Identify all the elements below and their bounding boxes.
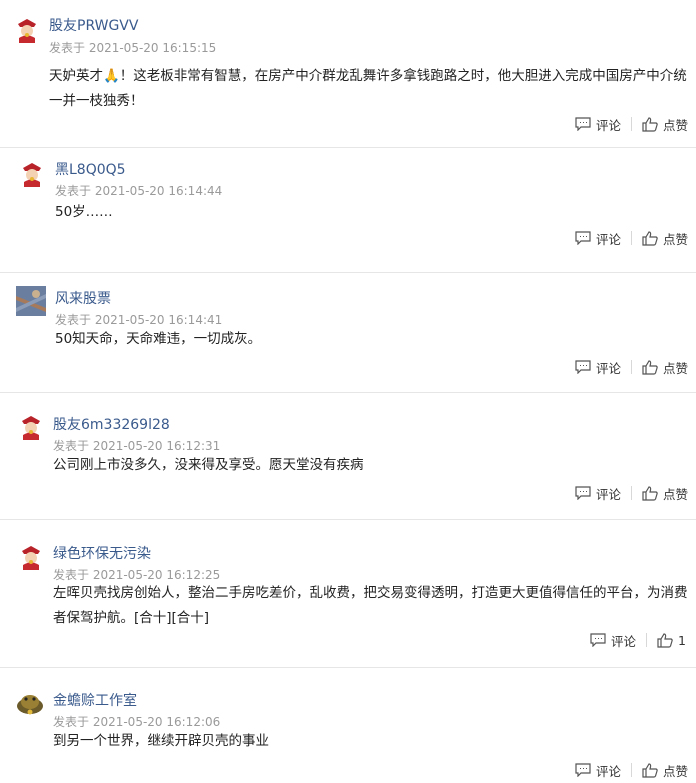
like-button[interactable]: 点赞 <box>642 115 688 134</box>
divider <box>630 360 632 374</box>
comment-actions: 评论 点赞 <box>575 483 688 503</box>
comment-icon <box>575 117 591 131</box>
comment-button[interactable]: 评论 <box>575 358 621 377</box>
comment-label: 评论 <box>595 360 621 376</box>
comment-text: 50岁…… <box>55 204 113 220</box>
user-avatar[interactable] <box>18 160 46 188</box>
comment-button[interactable]: 评论 <box>575 229 621 248</box>
username[interactable]: 绿色环保无污染 <box>53 543 151 563</box>
like-count: 1 <box>678 632 686 648</box>
comment-icon <box>575 486 591 500</box>
like-button[interactable]: 点赞 <box>642 229 688 248</box>
user-avatar[interactable] <box>17 413 45 441</box>
comment-icon <box>590 633 606 647</box>
comment-text: 天妒英才🙏！这老板非常有智慧，在房产中介群龙乱舞许多拿钱跑路之时，他大胆进入完成… <box>49 68 687 109</box>
like-label: 点赞 <box>662 486 688 502</box>
comment-item: 股友6m33269l28 发表于 2021-05-20 16:12:31 公司刚… <box>0 393 696 520</box>
comment-item: 股友PRWGVV 发表于 2021-05-20 16:15:15 天妒英才🙏！这… <box>0 0 696 148</box>
comment-actions: 评论 点赞 <box>575 357 688 377</box>
comment-item: 金蟾赊工作室 发表于 2021-05-20 16:12:06 到另一个世界，继续… <box>0 668 696 783</box>
post-time: 发表于 2021-05-20 16:14:41 <box>55 313 223 327</box>
comment-item: 绿色环保无污染 发表于 2021-05-20 16:12:25 左晖贝壳找房创始… <box>0 520 696 668</box>
user-avatar[interactable] <box>13 16 41 44</box>
like-button[interactable]: 1 <box>657 633 686 648</box>
like-label: 点赞 <box>662 763 688 779</box>
comment-label: 评论 <box>595 486 621 502</box>
divider <box>630 763 632 777</box>
divider <box>646 633 648 647</box>
username[interactable]: 股友PRWGVV <box>49 15 138 35</box>
comment-icon <box>575 360 591 374</box>
like-button[interactable]: 点赞 <box>642 761 688 780</box>
comment-text: 50知天命，天命难违，一切成灰。 <box>55 331 262 347</box>
username[interactable]: 风来股票 <box>55 288 111 308</box>
username[interactable]: 金蟾赊工作室 <box>53 690 137 710</box>
post-time: 发表于 2021-05-20 16:15:15 <box>49 41 217 55</box>
comment-item: 风来股票 发表于 2021-05-20 16:14:41 50知天命，天命难违，… <box>0 273 696 393</box>
post-time: 发表于 2021-05-20 16:12:06 <box>53 715 221 729</box>
username[interactable]: 股友6m33269l28 <box>53 414 170 434</box>
like-label: 点赞 <box>662 231 688 247</box>
like-label: 点赞 <box>662 360 688 376</box>
post-time: 发表于 2021-05-20 16:12:31 <box>53 439 221 453</box>
comment-button[interactable]: 评论 <box>575 484 621 503</box>
divider <box>630 486 632 500</box>
comment-button[interactable]: 评论 <box>590 631 636 650</box>
post-time: 发表于 2021-05-20 16:14:44 <box>55 184 223 198</box>
like-button[interactable]: 点赞 <box>642 484 688 503</box>
comment-button[interactable]: 评论 <box>575 761 621 780</box>
thumbs-up-icon <box>642 762 658 778</box>
thumbs-up-icon <box>642 230 658 246</box>
comment-actions: 评论 1 <box>590 630 686 650</box>
divider <box>630 117 632 131</box>
comment-label: 评论 <box>611 633 637 649</box>
comment-text: 公司刚上市没多久，没来得及享受。愿天堂没有疾病 <box>53 457 364 473</box>
comment-actions: 评论 点赞 <box>575 228 688 248</box>
comment-actions: 评论 点赞 <box>575 760 688 780</box>
comment-text: 到另一个世界，继续开辟贝壳的事业 <box>53 733 269 749</box>
comment-actions: 评论 点赞 <box>575 114 688 134</box>
comment-label: 评论 <box>595 763 621 779</box>
comment-label: 评论 <box>595 117 621 133</box>
like-label: 点赞 <box>662 117 688 133</box>
comment-button[interactable]: 评论 <box>575 115 621 134</box>
user-avatar[interactable] <box>16 286 46 316</box>
thumbs-up-icon <box>642 116 658 132</box>
user-avatar[interactable] <box>15 688 45 718</box>
divider <box>630 231 632 245</box>
comment-icon <box>575 763 591 777</box>
comment-item: 黑L8Q0Q5 发表于 2021-05-20 16:14:44 50岁…… 评论… <box>0 148 696 273</box>
comment-icon <box>575 231 591 245</box>
thumbs-up-icon <box>642 359 658 375</box>
username[interactable]: 黑L8Q0Q5 <box>55 159 126 179</box>
user-avatar[interactable] <box>17 543 45 571</box>
thumbs-up-icon <box>657 632 673 648</box>
comment-label: 评论 <box>595 231 621 247</box>
comment-text: 左晖贝壳找房创始人，整治二手房吃差价，乱收费，把交易变得透明，打造更大更值得信任… <box>53 585 688 626</box>
like-button[interactable]: 点赞 <box>642 358 688 377</box>
thumbs-up-icon <box>642 485 658 501</box>
